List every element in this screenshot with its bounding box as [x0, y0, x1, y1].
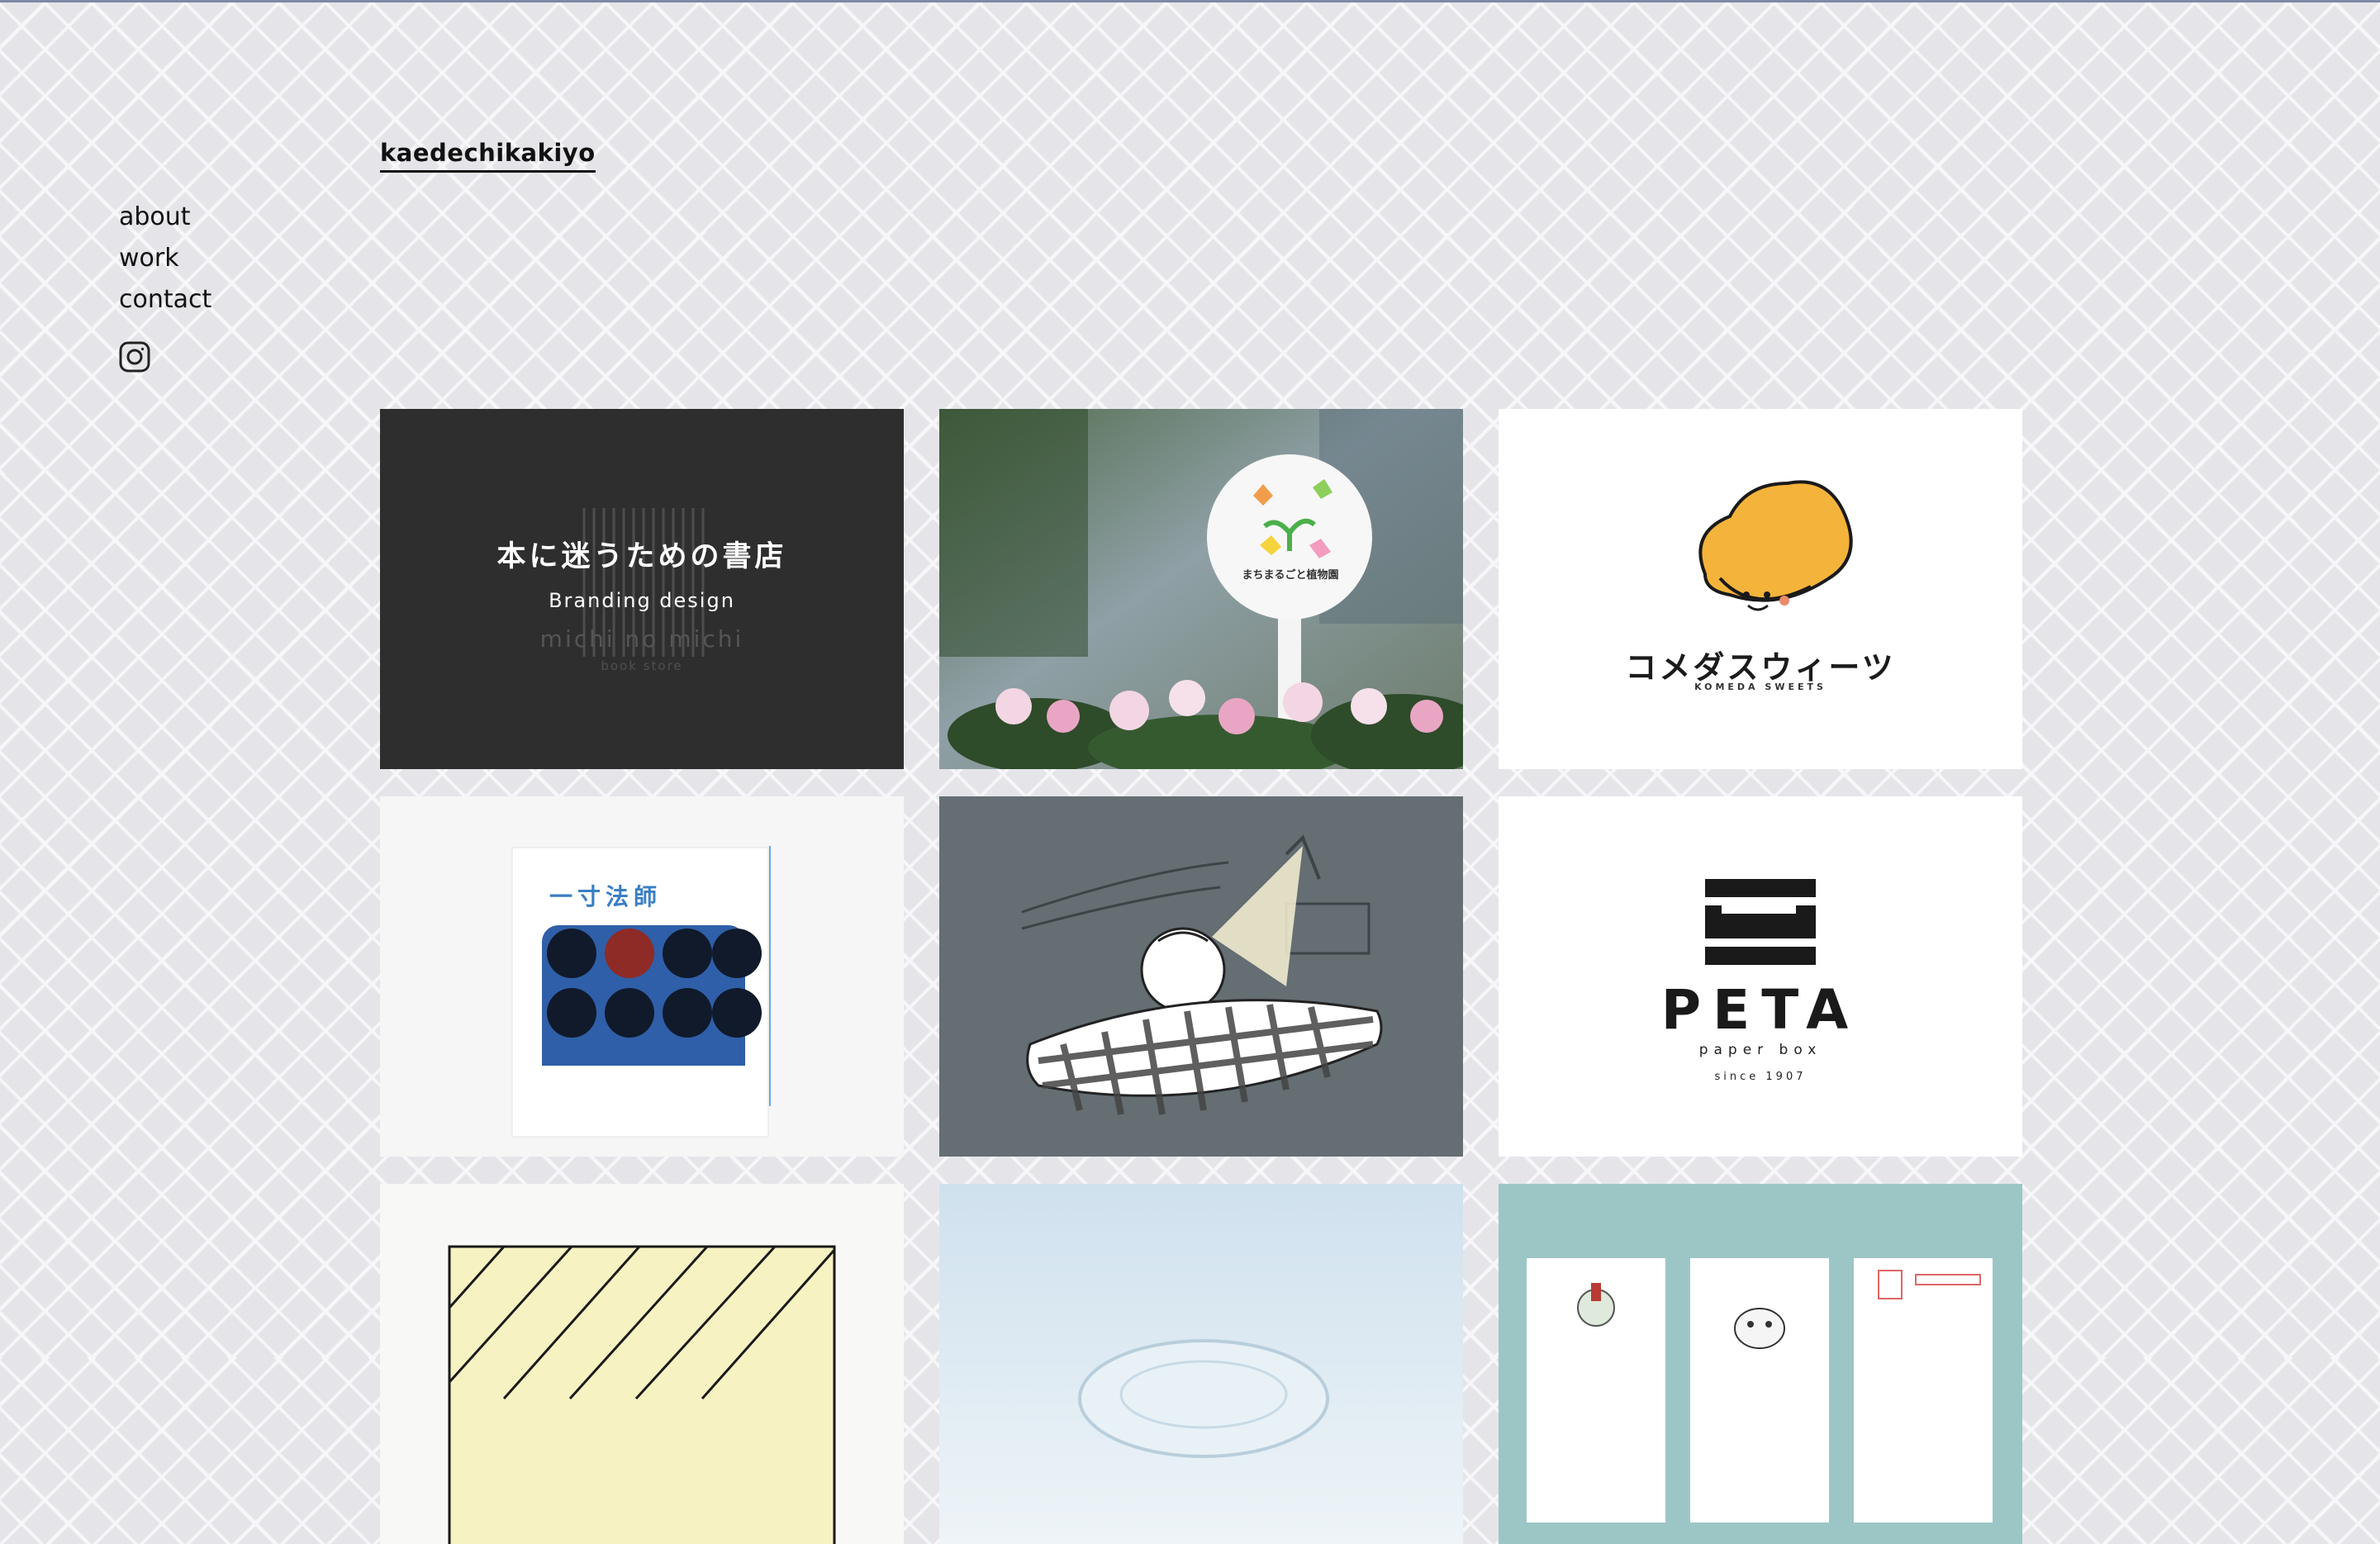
work-title: 本に迷うための書店 — [496, 540, 787, 573]
work-tile-striped-box[interactable] — [380, 1184, 904, 1544]
work-logo-text: michi no michi — [539, 625, 744, 653]
komeda-character-logo — [1698, 480, 1853, 611]
brand-tagline: paper box — [1698, 1042, 1822, 1058]
work-tile-bookstore[interactable]: 本に迷うための書店 Branding design michi no michi… — [380, 409, 904, 769]
work-tile-plant-garden[interactable]: まちまるごと植物園 — [939, 409, 1463, 769]
work-tile-glassware[interactable] — [939, 1184, 1463, 1544]
book-title: 一寸法師 — [549, 883, 663, 910]
work-tile-postcards[interactable] — [1499, 1184, 2022, 1544]
glass-dish-photo — [939, 1184, 1463, 1544]
striped-box-illustration — [448, 1245, 836, 1544]
work-tile-issun-boshi-book[interactable]: 一寸法師 — [380, 796, 904, 1157]
works-grid: 本に迷うための書店 Branding design michi no michi… — [380, 409, 2022, 1544]
nav-contact[interactable]: contact — [119, 279, 211, 321]
work-tile-komeda-sweets[interactable]: コメダスウィーツ KOMEDA SWEETS — [1499, 409, 2022, 769]
sleeping-person-illustration — [939, 796, 1463, 1157]
nav-about[interactable]: about — [119, 197, 211, 238]
main-nav: about work contact — [119, 197, 211, 321]
instagram-icon[interactable] — [119, 341, 150, 373]
work-subtitle: Branding design — [549, 589, 735, 612]
work-logo-subtext: book store — [601, 658, 683, 673]
peta-logo-mark — [1705, 879, 1816, 965]
nav-work[interactable]: work — [119, 238, 211, 279]
brand-since: since 1907 — [1714, 1071, 1807, 1083]
work-tile-sleeping-illustration[interactable] — [939, 796, 1463, 1157]
brand-name: PETA — [1660, 978, 1860, 1042]
site-title-link[interactable]: kaedechikakiyo — [380, 139, 596, 173]
brand-name-en: KOMEDA SWEETS — [1694, 682, 1827, 692]
brand-name: コメダスウィーツ — [1625, 649, 1896, 686]
plant-sign-photo — [939, 409, 1463, 769]
book-photo — [380, 796, 904, 1157]
postcards-photo — [1499, 1184, 2022, 1544]
sign-text: まちまるごと植物園 — [1242, 569, 1339, 582]
work-tile-peta-paper-box[interactable]: PETA paper box since 1907 — [1499, 796, 2022, 1157]
top-border — [0, 0, 2380, 2]
